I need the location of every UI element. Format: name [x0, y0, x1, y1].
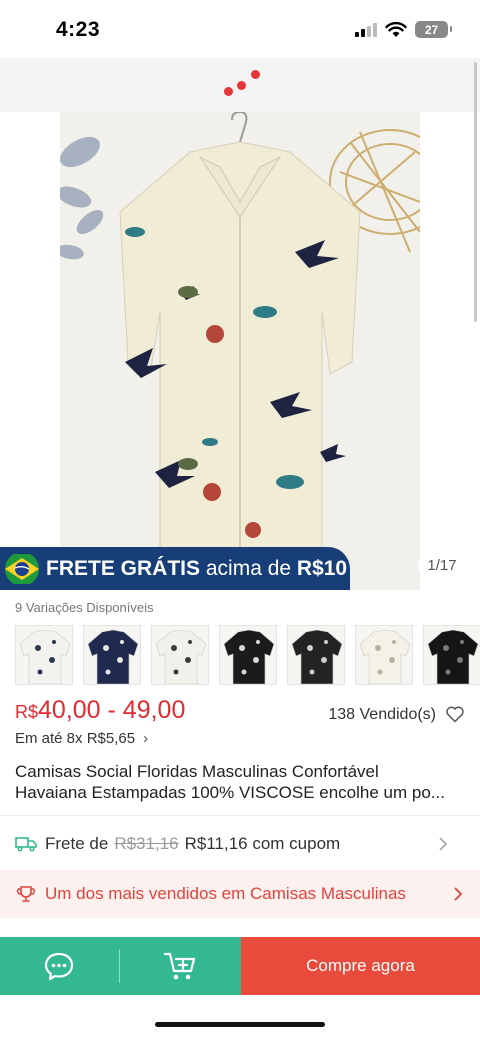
battery-icon: 27 [415, 21, 452, 38]
chevron-right-icon [439, 837, 448, 851]
shipping-row[interactable]: Frete de R$31,16 R$11,16 com cupom [15, 832, 465, 856]
free-shipping-banner: FRETE GRÁTIS acima de R$10 [0, 547, 350, 590]
loading-spinner-icon [222, 68, 262, 98]
status-time: 4:23 [56, 18, 101, 41]
variation-thumbnail[interactable] [219, 625, 277, 685]
variations-label: 9 Variações Disponíveis [15, 600, 154, 615]
installments-link[interactable]: Em até 8x R$5,65 › [15, 730, 148, 747]
chevron-right-icon: › [143, 730, 149, 747]
sold-count: 138 Vendido(s) [328, 706, 436, 723]
shirt-photo [60, 112, 420, 590]
chat-icon[interactable] [43, 951, 75, 981]
variation-thumbnail[interactable] [287, 625, 345, 685]
wifi-icon [385, 21, 407, 37]
free-shipping-text: FRETE GRÁTIS acima de R$10 [46, 556, 348, 580]
bottom-bar-left [0, 937, 241, 995]
image-counter: 1/17 [418, 552, 466, 579]
add-to-cart-icon[interactable] [163, 950, 197, 982]
status-icons: 27 [355, 21, 452, 38]
cellular-signal-icon [355, 22, 377, 37]
variation-thumbnail[interactable] [151, 625, 209, 685]
bestseller-row[interactable]: Um dos mais vendidos em Camisas Masculin… [0, 870, 480, 918]
variation-thumbnail[interactable] [423, 625, 480, 685]
price-range: R$40,00 - 49,00 [15, 696, 186, 724]
variation-thumbnail[interactable] [15, 625, 73, 685]
trophy-icon [17, 886, 35, 902]
home-indicator[interactable] [155, 1022, 325, 1027]
product-title: Camisas Social Floridas Masculinas Confo… [15, 762, 445, 802]
scrollbar[interactable] [474, 62, 477, 322]
truck-icon [15, 837, 37, 852]
buy-now-button[interactable]: Compre agora [241, 937, 480, 995]
divider [119, 949, 120, 983]
chevron-right-icon [454, 887, 463, 901]
divider [0, 815, 480, 816]
variation-thumbnail[interactable] [355, 625, 413, 685]
bottom-action-bar: Compre agora [0, 937, 480, 995]
variation-thumbnails [15, 625, 480, 685]
brazil-flag-icon [0, 547, 44, 590]
status-bar: 4:23 27 [0, 0, 480, 58]
favorite-heart-icon[interactable] [445, 704, 465, 724]
variation-thumbnail[interactable] [83, 625, 141, 685]
product-image[interactable] [60, 112, 420, 590]
